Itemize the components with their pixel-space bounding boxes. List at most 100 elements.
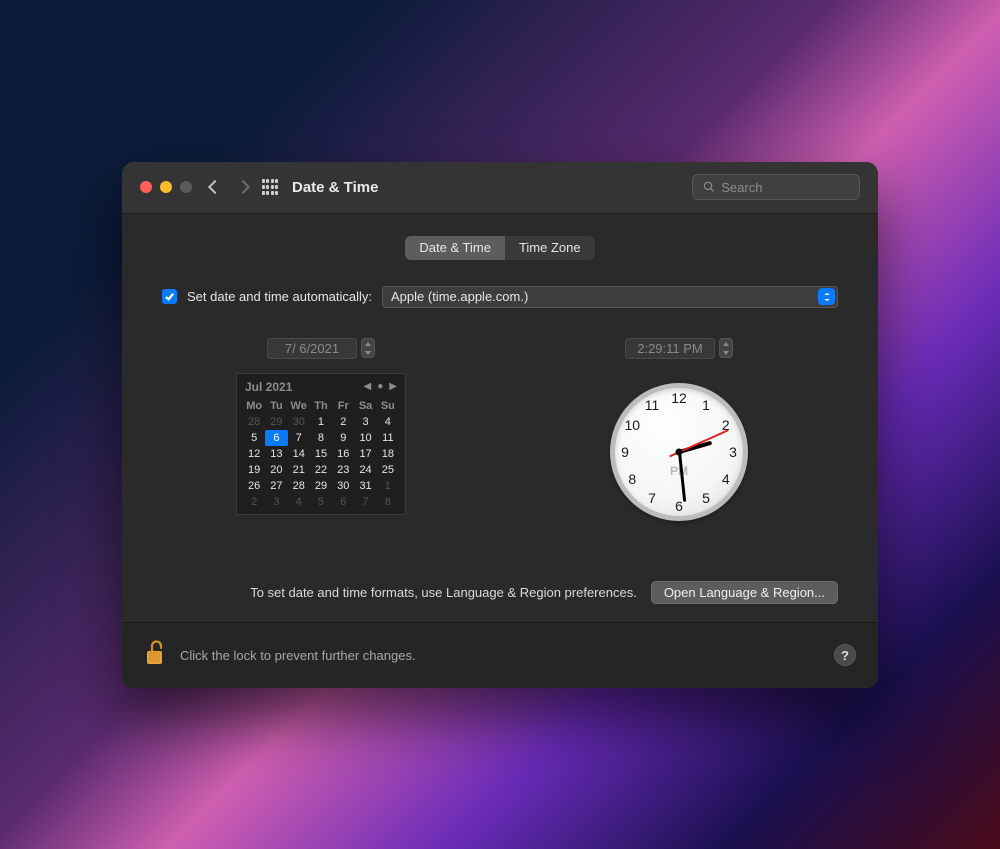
date-stepper: [361, 338, 375, 358]
analog-clock: PM 121234567891011: [610, 383, 748, 521]
date-step-down: [362, 348, 374, 357]
back-button[interactable]: [208, 180, 222, 194]
date-field: 7/ 6/2021: [267, 338, 357, 359]
calendar-day: 25: [377, 462, 399, 478]
titlebar: Date & Time: [122, 162, 878, 214]
calendar-day: 6: [265, 430, 287, 446]
calendar-today-icon: ●: [377, 381, 383, 392]
calendar-dow: Sa: [354, 398, 376, 414]
calendar: Jul 2021 ◀ ● ▶ MoTuWeThFrSaSu28293012345…: [236, 373, 406, 515]
calendar-dow: Th: [310, 398, 332, 414]
time-step-down: [720, 348, 732, 357]
calendar-day: 7: [354, 494, 376, 510]
open-language-region-button[interactable]: Open Language & Region...: [651, 581, 838, 604]
calendar-day: 21: [288, 462, 310, 478]
calendar-dow: Mo: [243, 398, 265, 414]
calendar-dow: We: [288, 398, 310, 414]
calendar-day: 24: [354, 462, 376, 478]
clock-number: 2: [722, 417, 730, 433]
calendar-day: 8: [377, 494, 399, 510]
auto-set-checkbox[interactable]: [162, 289, 177, 304]
clock-number: 10: [624, 417, 640, 433]
calendar-day: 12: [243, 446, 265, 462]
clock-number: 11: [645, 397, 660, 413]
calendar-nav: ◀ ● ▶: [364, 381, 397, 392]
calendar-day: 10: [354, 430, 376, 446]
show-all-icon[interactable]: [262, 179, 278, 195]
calendar-dow: Fr: [332, 398, 354, 414]
clock-number: 7: [648, 490, 656, 506]
time-stepper: [719, 338, 733, 358]
search-icon: [703, 180, 715, 194]
traffic-lights: [140, 181, 192, 193]
close-window-button[interactable]: [140, 181, 152, 193]
footer: Click the lock to prevent further change…: [122, 622, 878, 688]
time-field: 2:29:11 PM: [625, 338, 715, 359]
clock-number: 12: [671, 390, 687, 406]
window-title: Date & Time: [292, 179, 378, 196]
calendar-day: 13: [265, 446, 287, 462]
search-input[interactable]: [721, 180, 849, 195]
dropdown-icon: [818, 288, 835, 305]
lock-icon[interactable]: [144, 639, 166, 672]
calendar-day: 2: [243, 494, 265, 510]
checkmark-icon: [164, 291, 175, 302]
calendar-day: 29: [265, 414, 287, 430]
help-button[interactable]: ?: [834, 644, 856, 666]
calendar-day: 11: [377, 430, 399, 446]
zoom-window-button: [180, 181, 192, 193]
calendar-day: 27: [265, 478, 287, 494]
calendar-day: 14: [288, 446, 310, 462]
auto-set-row: Set date and time automatically: Apple (…: [152, 286, 848, 308]
clock-number: 6: [675, 498, 683, 514]
calendar-day: 29: [310, 478, 332, 494]
calendar-day: 31: [354, 478, 376, 494]
clock-number: 5: [702, 490, 710, 506]
clock-number: 3: [729, 444, 737, 460]
tab-segment: Date & Time Time Zone: [152, 236, 848, 260]
tab-time-zone[interactable]: Time Zone: [505, 236, 595, 260]
calendar-day: 28: [243, 414, 265, 430]
calendar-day: 18: [377, 446, 399, 462]
calendar-day: 4: [288, 494, 310, 510]
calendar-day: 3: [354, 414, 376, 430]
tab-date-time[interactable]: Date & Time: [405, 236, 505, 260]
time-server-select[interactable]: Apple (time.apple.com.): [382, 286, 838, 308]
clock-number: 9: [621, 444, 629, 460]
calendar-day: 3: [265, 494, 287, 510]
calendar-day: 26: [243, 478, 265, 494]
clock-number: 4: [722, 471, 730, 487]
calendar-day: 1: [310, 414, 332, 430]
main-panel: Date & Time Time Zone Set date and time …: [122, 214, 878, 622]
calendar-dow: Su: [377, 398, 399, 414]
calendar-month-label: Jul 2021: [245, 380, 292, 394]
calendar-day: 30: [332, 478, 354, 494]
calendar-day: 2: [332, 414, 354, 430]
calendar-day: 5: [310, 494, 332, 510]
time-server-value: Apple (time.apple.com.): [391, 289, 528, 304]
date-step-up: [362, 339, 374, 348]
calendar-day: 9: [332, 430, 354, 446]
forward-button: [236, 180, 250, 194]
date-column: 7/ 6/2021 Jul 2021 ◀ ● ▶: [162, 338, 480, 521]
time-column: 2:29:11 PM PM 121234567891011: [520, 338, 838, 521]
calendar-day: 8: [310, 430, 332, 446]
calendar-dow: Tu: [265, 398, 287, 414]
minimize-window-button[interactable]: [160, 181, 172, 193]
calendar-day: 7: [288, 430, 310, 446]
format-hint-row: To set date and time formats, use Langua…: [152, 581, 848, 622]
calendar-day: 30: [288, 414, 310, 430]
format-hint-text: To set date and time formats, use Langua…: [250, 585, 637, 600]
lock-hint-text: Click the lock to prevent further change…: [180, 648, 820, 663]
calendar-day: 15: [310, 446, 332, 462]
calendar-day: 23: [332, 462, 354, 478]
calendar-next-icon: ▶: [389, 381, 397, 392]
clock-number: 1: [702, 397, 710, 413]
calendar-day: 16: [332, 446, 354, 462]
calendar-day: 22: [310, 462, 332, 478]
calendar-day: 1: [377, 478, 399, 494]
search-field[interactable]: [692, 174, 860, 200]
clock-hour-hand: [678, 440, 712, 453]
calendar-day: 19: [243, 462, 265, 478]
calendar-day: 5: [243, 430, 265, 446]
